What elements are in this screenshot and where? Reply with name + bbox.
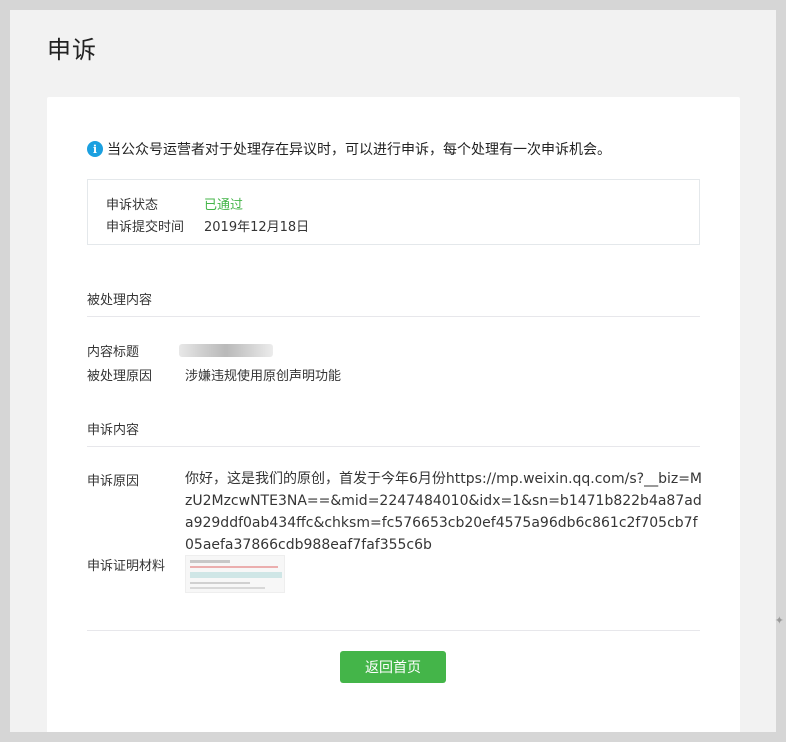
content-title-row: 内容标题 bbox=[87, 341, 273, 360]
status-value: 已通过 bbox=[204, 197, 244, 213]
bottom-divider bbox=[87, 630, 700, 631]
processed-reason-value: 涉嫌违规使用原创声明功能 bbox=[185, 369, 342, 384]
proof-label: 申诉证明材料 bbox=[87, 559, 166, 574]
return-home-button[interactable]: 返回首页 bbox=[340, 651, 446, 683]
appeal-section-title: 申诉内容 bbox=[87, 419, 700, 447]
proof-thumbnail[interactable] bbox=[185, 555, 285, 593]
content-title-label: 内容标题 bbox=[87, 345, 140, 360]
processed-reason-row: 被处理原因 涉嫌违规使用原创声明功能 bbox=[87, 365, 341, 384]
puzzle-icon[interactable]: ✦ bbox=[775, 614, 784, 627]
appeal-reason-row: 申诉原因 你好，这是我们的原创，首发于今年6月份https://mp.weixi… bbox=[87, 468, 705, 556]
notice-bar: i 当公众号运营者对于处理存在异议时，可以进行申诉，每个处理有一次申诉机会。 bbox=[87, 139, 611, 159]
status-row: 申诉状态 已通过 bbox=[106, 192, 699, 214]
appeal-reason-value: 你好，这是我们的原创，首发于今年6月份https://mp.weixin.qq.… bbox=[185, 471, 703, 553]
content-title-blurred bbox=[179, 344, 273, 357]
page-title: 申诉 bbox=[47, 36, 97, 64]
appeal-page: 申诉 i 当公众号运营者对于处理存在异议时，可以进行申诉，每个处理有一次申诉机会… bbox=[10, 10, 776, 732]
info-icon: i bbox=[87, 141, 103, 157]
notice-text: 当公众号运营者对于处理存在异议时，可以进行申诉，每个处理有一次申诉机会。 bbox=[107, 142, 611, 158]
appeal-card: i 当公众号运营者对于处理存在异议时，可以进行申诉，每个处理有一次申诉机会。 申… bbox=[47, 97, 740, 732]
appeal-reason-label: 申诉原因 bbox=[87, 474, 140, 489]
submit-time-row: 申诉提交时间 2019年12月18日 bbox=[106, 214, 699, 236]
submit-time-label: 申诉提交时间 bbox=[106, 219, 185, 235]
processed-section-title: 被处理内容 bbox=[87, 289, 700, 317]
processed-reason-label: 被处理原因 bbox=[87, 369, 153, 384]
proof-row: 申诉证明材料 bbox=[87, 553, 285, 593]
status-label: 申诉状态 bbox=[106, 197, 159, 213]
status-box: 申诉状态 已通过 申诉提交时间 2019年12月18日 bbox=[87, 179, 700, 245]
submit-time-value: 2019年12月18日 bbox=[204, 219, 310, 235]
